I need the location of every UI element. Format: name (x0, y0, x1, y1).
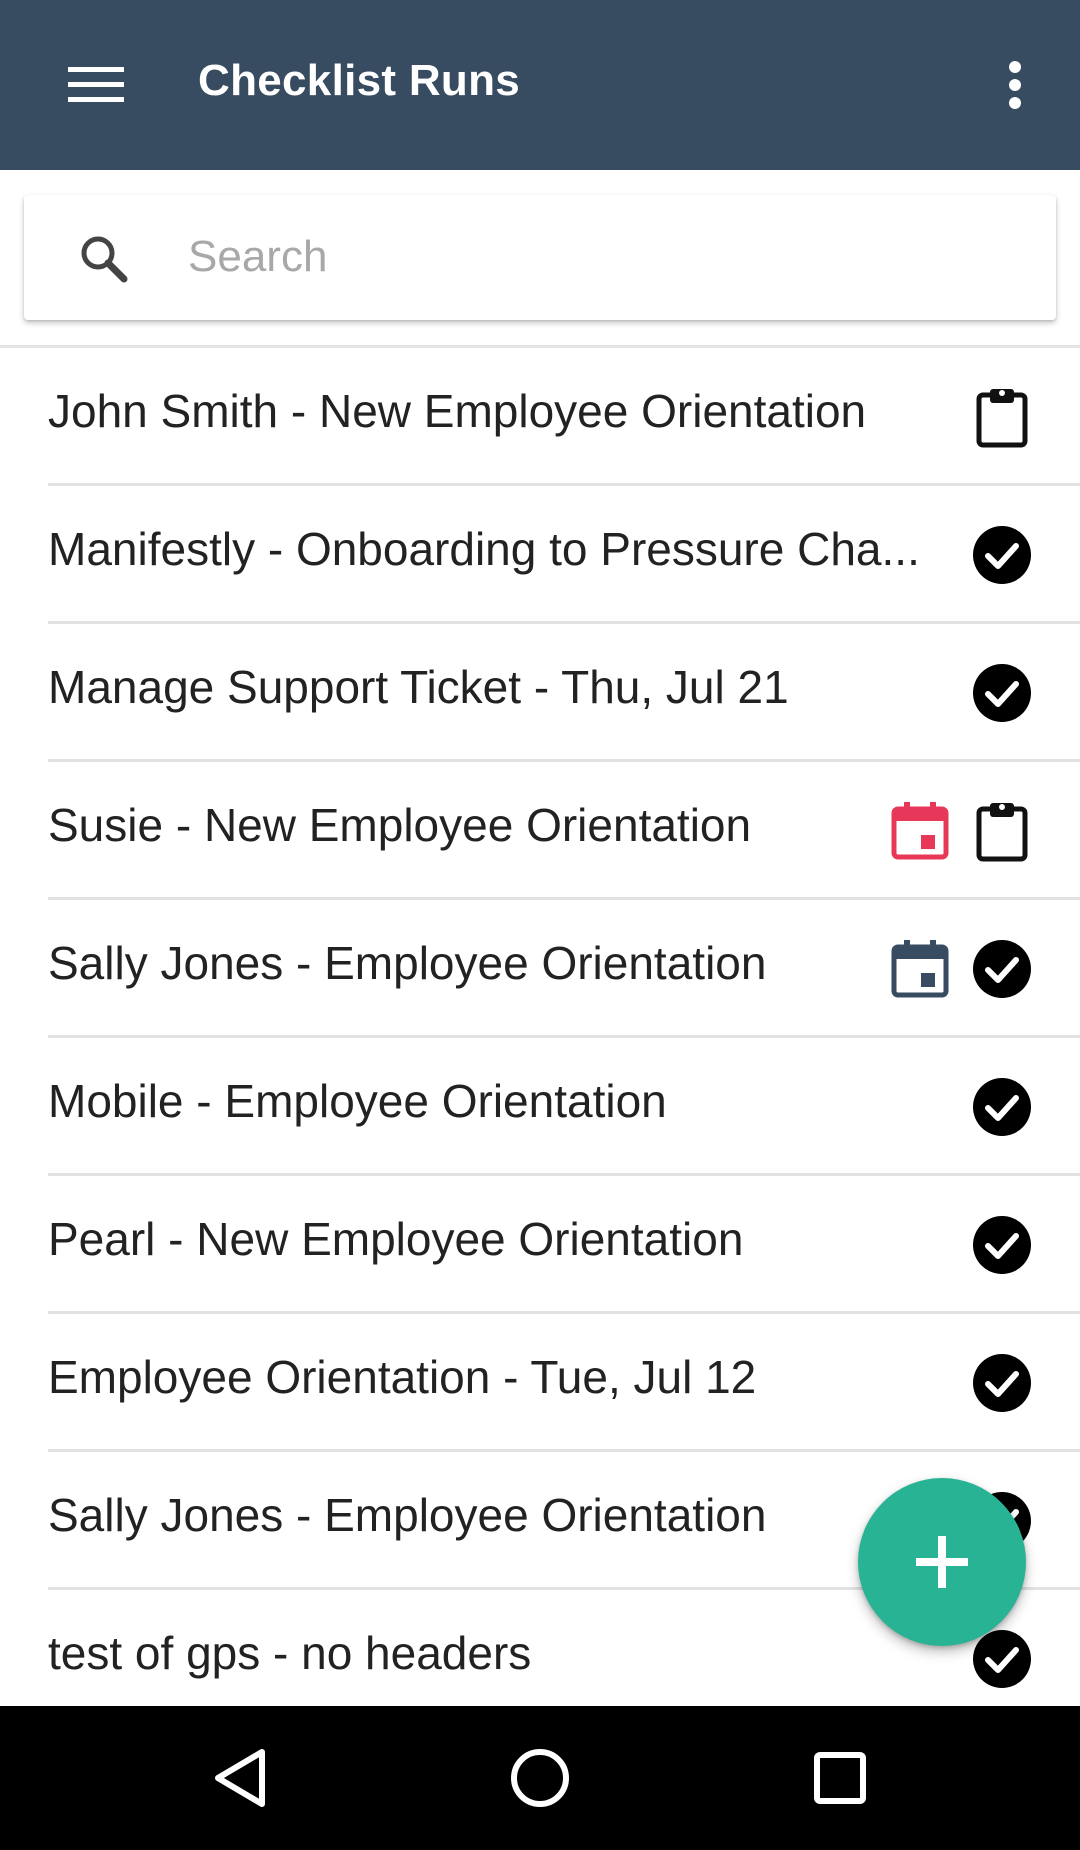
list-item[interactable]: Manifestly - Onboarding to Pressure Cha.… (0, 486, 1080, 624)
list-item-status (970, 523, 1034, 587)
recents-button[interactable] (800, 1738, 880, 1818)
search-bar (24, 195, 1056, 320)
list-item-label: test of gps - no headers (48, 1627, 532, 1679)
check-circle-icon (973, 1078, 1031, 1136)
list-item-label: Pearl - New Employee Orientation (48, 1213, 744, 1265)
menu-button[interactable] (56, 45, 136, 125)
list-item-label: Sally Jones - Employee Orientation (48, 1489, 767, 1541)
list-item-status (888, 799, 1034, 863)
list-item-label: Susie - New Employee Orientation (48, 799, 752, 851)
list-item-label: Mobile - Employee Orientation (48, 1075, 667, 1127)
list-item-status (970, 385, 1034, 449)
more-vertical-icon (1009, 61, 1021, 109)
list-item-status (970, 661, 1034, 725)
calendar-overdue-icon (891, 802, 949, 860)
check-circle-icon (973, 1216, 1031, 1274)
list-item-status (888, 937, 1034, 1001)
clipboard-icon (976, 389, 1028, 448)
list-item[interactable]: Manage Support Ticket - Thu, Jul 21 (0, 624, 1080, 762)
clipboard-icon (976, 803, 1028, 862)
check-circle-icon (973, 940, 1031, 998)
back-button[interactable] (200, 1738, 280, 1818)
hamburger-menu-icon (68, 67, 124, 102)
list-item-status (970, 1213, 1034, 1277)
list-item-label: John Smith - New Employee Orientation (48, 385, 867, 437)
list-item[interactable]: John Smith - New Employee Orientation (0, 348, 1080, 486)
home-button[interactable] (500, 1738, 580, 1818)
check-circle-icon (973, 1354, 1031, 1412)
recents-square-icon (814, 1752, 866, 1804)
list-item[interactable]: Susie - New Employee Orientation (0, 762, 1080, 900)
list-item[interactable]: Mobile - Employee Orientation (0, 1038, 1080, 1176)
list-item[interactable]: Pearl - New Employee Orientation (0, 1176, 1080, 1314)
search-input[interactable] (188, 217, 1008, 297)
list-item-label: Sally Jones - Employee Orientation (48, 937, 767, 989)
back-triangle-icon (215, 1749, 265, 1807)
page-title: Checklist Runs (198, 56, 521, 105)
app-bar: Checklist Runs (0, 0, 1080, 170)
list-item-status (970, 1075, 1034, 1139)
plus-icon (916, 1536, 968, 1588)
check-circle-icon (973, 664, 1031, 722)
list-item[interactable]: Employee Orientation - Tue, Jul 12 (0, 1314, 1080, 1452)
home-circle-icon (511, 1749, 569, 1807)
list-item-label: Employee Orientation - Tue, Jul 12 (48, 1351, 757, 1403)
add-run-button[interactable] (858, 1478, 1026, 1646)
list-item[interactable]: Sally Jones - Employee Orientation (0, 900, 1080, 1038)
calendar-icon (891, 940, 949, 998)
list-item-label: Manage Support Ticket - Thu, Jul 21 (48, 661, 789, 713)
more-options-button[interactable] (990, 45, 1040, 125)
check-circle-icon (973, 526, 1031, 584)
search-icon (81, 236, 128, 283)
system-nav-bar (0, 1706, 1080, 1850)
list-item-status (970, 1351, 1034, 1415)
list-item-label: Manifestly - Onboarding to Pressure Cha.… (48, 523, 920, 575)
